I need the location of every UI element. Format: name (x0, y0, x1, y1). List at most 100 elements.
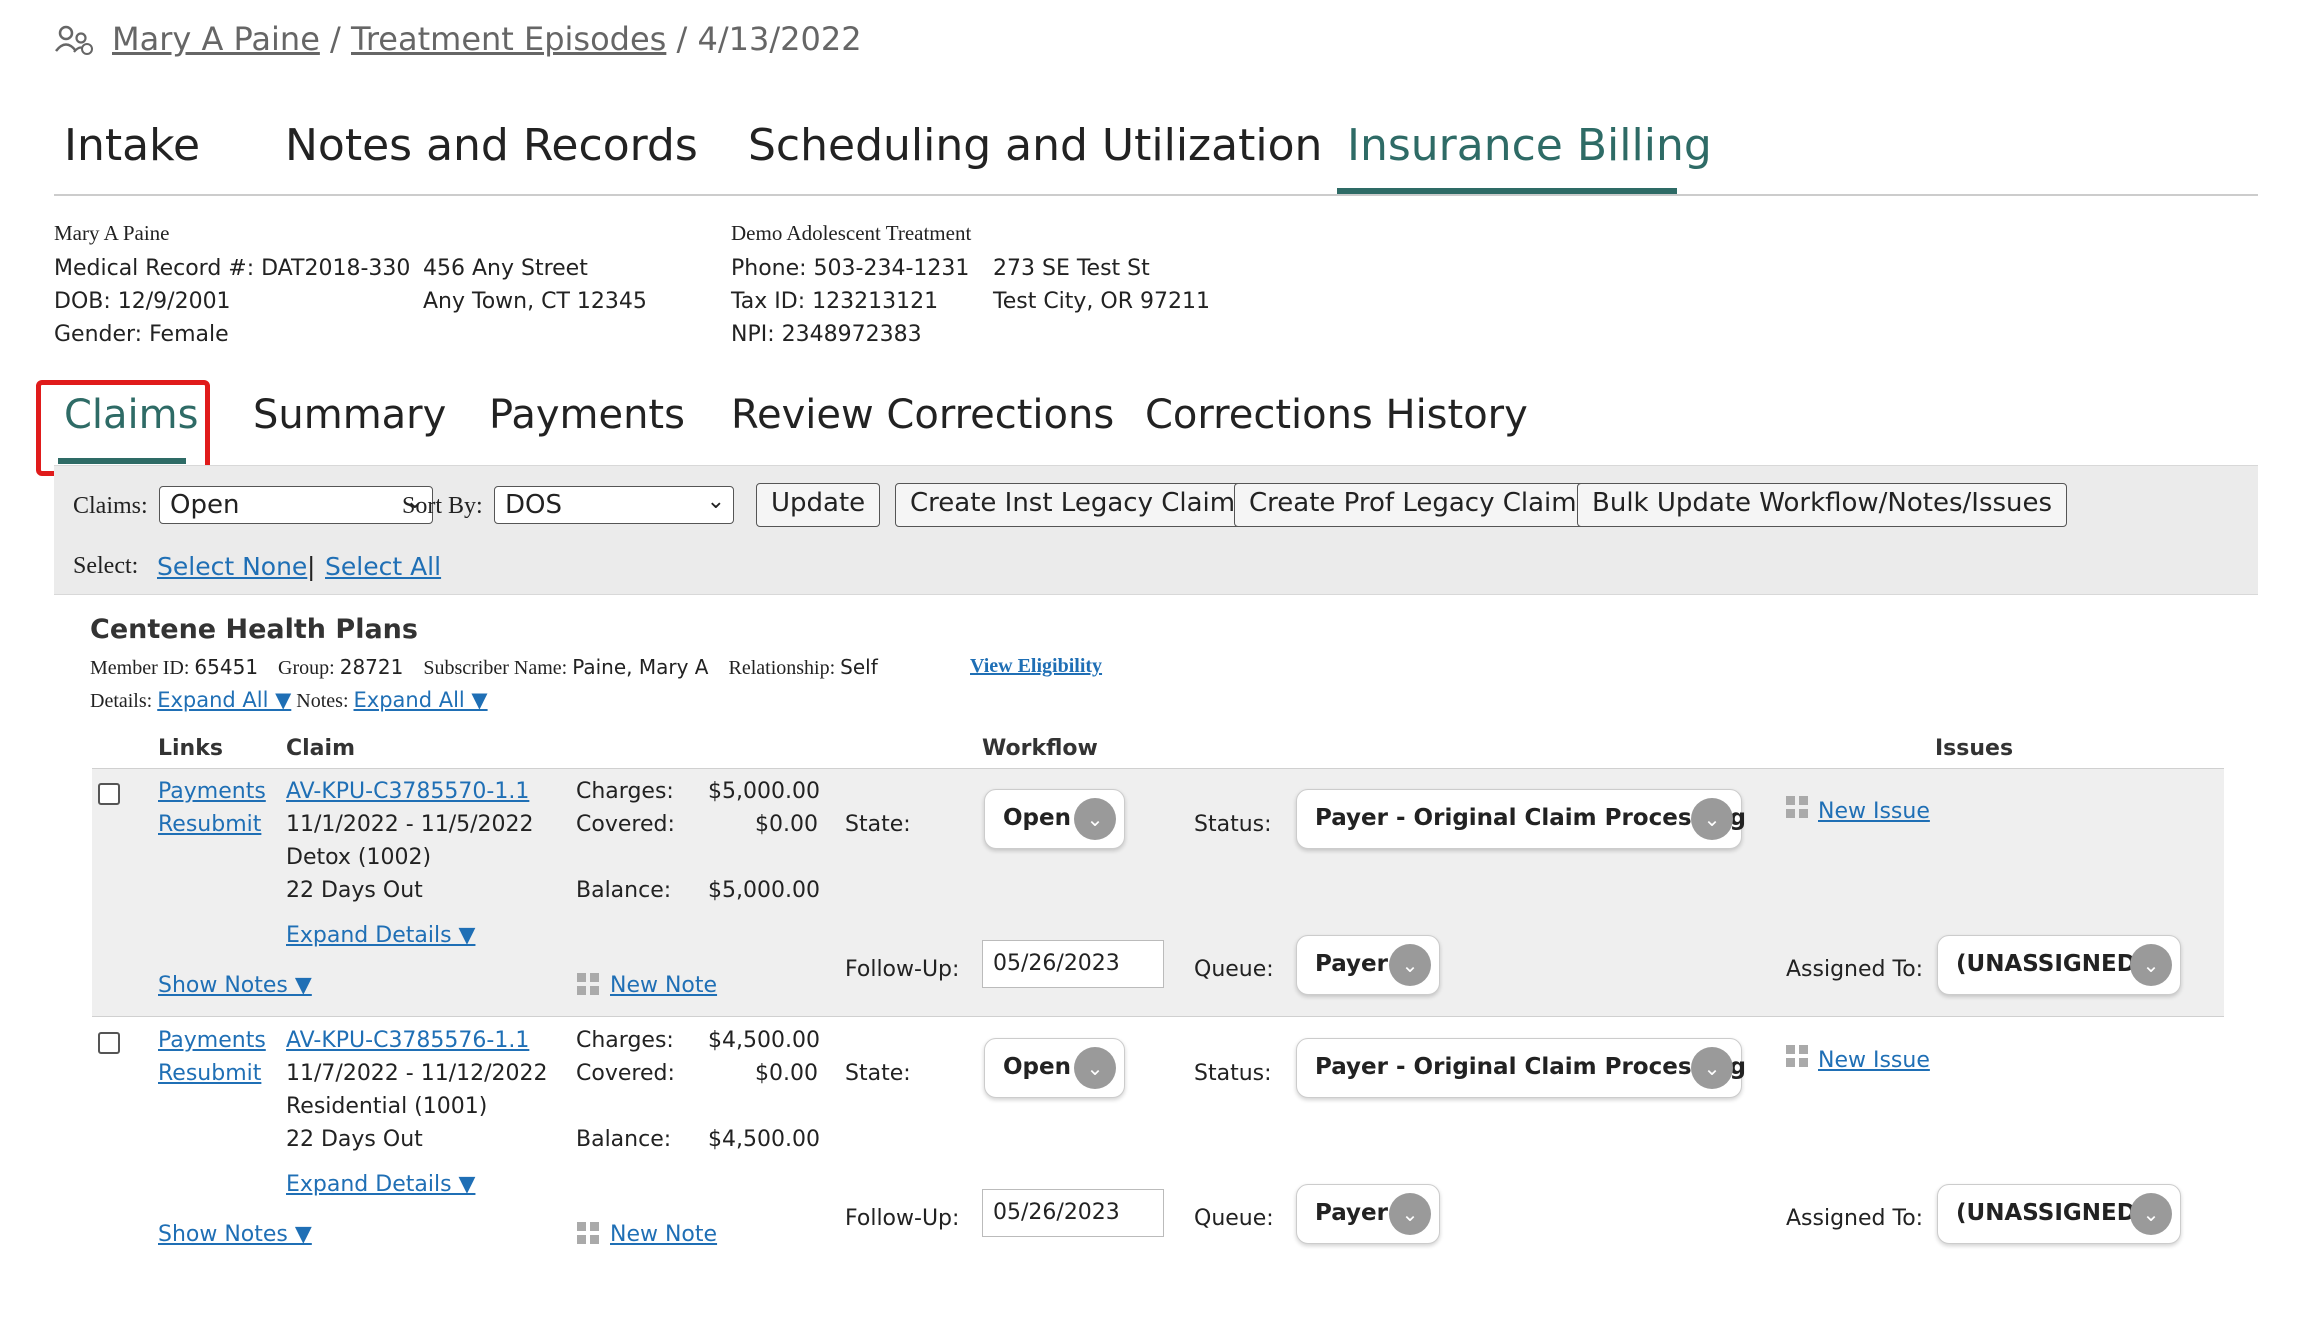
relationship-label: Relationship: (728, 657, 836, 679)
issue-add-icon (1786, 796, 1810, 820)
assigned-to-value: (UNASSIGNED) (1956, 1200, 2147, 1226)
subscriber-label: Subscriber Name: (423, 657, 568, 679)
claim-checkbox[interactable] (98, 783, 120, 805)
tab-intake[interactable]: Intake (64, 120, 200, 171)
chevron-down-icon: ⌄ (1389, 944, 1431, 986)
chevron-down-icon: ⌄ (1691, 1047, 1733, 1089)
covered-value: $0.00 (755, 1061, 818, 1086)
select-none-link[interactable]: Select None (157, 552, 307, 581)
provider-address-line1: 273 SE Test St (993, 256, 1150, 281)
claims-toolbar: Claims: Open ⌄ Sort By: DOS ⌄ Update Cre… (54, 465, 2258, 595)
new-issue-link[interactable]: New Issue (1818, 799, 1930, 824)
assigned-to-label: Assigned To: (1786, 957, 1924, 982)
follow-up-date-input[interactable]: 05/26/2023 (982, 1189, 1164, 1237)
expand-controls: Details: Expand All ▼ Notes: Expand All … (90, 688, 488, 713)
select-label: Select: (73, 553, 139, 579)
tab-review-corrections[interactable]: Review Corrections (731, 392, 1114, 438)
show-notes-link[interactable]: Show Notes ▼ (158, 1222, 312, 1247)
claim-days-out: 22 Days Out (286, 1127, 423, 1152)
assigned-to-select[interactable]: (UNASSIGNED) ⌄ (1937, 1184, 2181, 1244)
breadcrumb-treatment-episodes-link[interactable]: Treatment Episodes (351, 20, 666, 58)
provider-npi: NPI: 2348972383 (731, 322, 922, 347)
tab-insurance-billing[interactable]: Insurance Billing (1347, 120, 1712, 171)
create-inst-legacy-claim-button[interactable]: Create Inst Legacy Claim (895, 483, 1251, 527)
new-note-link[interactable]: New Note (610, 1222, 717, 1247)
note-add-icon (577, 973, 601, 997)
follow-up-date-input[interactable]: 05/26/2023 (982, 940, 1164, 988)
view-eligibility-link[interactable]: View Eligibility (970, 655, 1102, 678)
chevron-down-icon: ⌄ (1691, 798, 1733, 840)
claim-service: Residential (1001) (286, 1094, 488, 1119)
breadcrumb-separator: / (676, 20, 688, 58)
covered-value: $0.00 (755, 812, 818, 837)
details-expand-all-link[interactable]: Expand All ▼ (157, 688, 291, 712)
expand-details-link[interactable]: Expand Details ▼ (286, 923, 475, 948)
balance-label: Balance: (576, 1127, 672, 1152)
issue-add-icon (1786, 1045, 1810, 1069)
chevron-down-icon: ⌄ (1389, 1193, 1431, 1235)
patient-name: Mary A Paine (54, 221, 170, 245)
member-id-label: Member ID: (90, 657, 190, 679)
follow-up-label: Follow-Up: (845, 1206, 960, 1231)
claim-dates: 11/1/2022 - 11/5/2022 (286, 812, 534, 837)
status-label: Status: (1194, 1061, 1272, 1086)
state-select[interactable]: Open ⌄ (984, 789, 1125, 849)
claim-id-link[interactable]: AV-KPU-C3785570-1.1 (286, 779, 529, 804)
note-add-icon (577, 1222, 601, 1246)
state-value: Open (1003, 1054, 1071, 1080)
queue-select[interactable]: Payer ⌄ (1296, 935, 1440, 995)
claims-filter-select[interactable]: Open ⌄ (159, 486, 433, 524)
plan-member-info: Member ID: 65451 Group: 28721 Subscriber… (90, 655, 878, 680)
expand-details-link[interactable]: Expand Details ▼ (286, 1172, 475, 1197)
payments-link[interactable]: Payments (158, 1028, 266, 1053)
chevron-down-icon: ⌄ (2130, 1193, 2172, 1235)
status-select[interactable]: Payer - Original Claim Processing ⌄ (1296, 789, 1746, 849)
covered-label: Covered: (576, 812, 675, 837)
payments-link[interactable]: Payments (158, 779, 266, 804)
select-separator: | (307, 552, 316, 581)
assigned-to-select[interactable]: (UNASSIGNED) ⌄ (1937, 935, 2181, 995)
new-note-link[interactable]: New Note (610, 973, 717, 998)
member-id-value: 65451 (194, 655, 259, 679)
sort-by-label: Sort By: (402, 493, 483, 519)
tab-corrections-history[interactable]: Corrections History (1145, 392, 1528, 438)
select-all-link[interactable]: Select All (325, 552, 441, 581)
resubmit-link[interactable]: Resubmit (158, 812, 261, 837)
queue-value: Payer (1315, 951, 1388, 977)
provider-tax-id: Tax ID: 123213121 (731, 289, 939, 314)
claim-service: Detox (1002) (286, 845, 432, 870)
queue-select[interactable]: Payer ⌄ (1296, 1184, 1440, 1244)
new-issue-link[interactable]: New Issue (1818, 1048, 1930, 1073)
status-select[interactable]: Payer - Original Claim Processing ⌄ (1296, 1038, 1746, 1098)
balance-value: $5,000.00 (708, 878, 820, 903)
claim-days-out: 22 Days Out (286, 878, 423, 903)
breadcrumb-patient-link[interactable]: Mary A Paine (112, 20, 320, 58)
patient-mrn: Medical Record #: DAT2018-330 (54, 256, 411, 281)
column-workflow: Workflow (982, 736, 1098, 761)
sort-by-select[interactable]: DOS ⌄ (494, 486, 734, 524)
tab-scheduling-and-utilization[interactable]: Scheduling and Utilization (748, 120, 1322, 171)
patient-gender: Gender: Female (54, 322, 229, 347)
follow-up-label: Follow-Up: (845, 957, 960, 982)
provider-phone: Phone: 503-234-1231 (731, 256, 970, 281)
bulk-update-button[interactable]: Bulk Update Workflow/Notes/Issues (1577, 483, 2068, 527)
resubmit-link[interactable]: Resubmit (158, 1061, 261, 1086)
tab-summary[interactable]: Summary (253, 392, 446, 438)
claim-id-link[interactable]: AV-KPU-C3785576-1.1 (286, 1028, 529, 1053)
column-issues: Issues (1935, 736, 2014, 761)
tab-payments[interactable]: Payments (489, 392, 685, 438)
notes-expand-all-link[interactable]: Expand All ▼ (354, 688, 488, 712)
state-label: State: (845, 812, 911, 837)
show-notes-link[interactable]: Show Notes ▼ (158, 973, 312, 998)
state-select[interactable]: Open ⌄ (984, 1038, 1125, 1098)
update-button[interactable]: Update (756, 483, 881, 527)
tab-notes-and-records[interactable]: Notes and Records (285, 120, 698, 171)
status-value: Payer - Original Claim Processing (1315, 805, 1746, 831)
create-prof-legacy-claim-button[interactable]: Create Prof Legacy Claim (1234, 483, 1592, 527)
claim-checkbox[interactable] (98, 1032, 120, 1054)
tab-divider (54, 194, 2258, 196)
status-value: Payer - Original Claim Processing (1315, 1054, 1746, 1080)
chevron-down-icon: ⌄ (1074, 798, 1116, 840)
active-tab-indicator (1337, 188, 1677, 194)
notes-label: Notes: (296, 690, 349, 712)
